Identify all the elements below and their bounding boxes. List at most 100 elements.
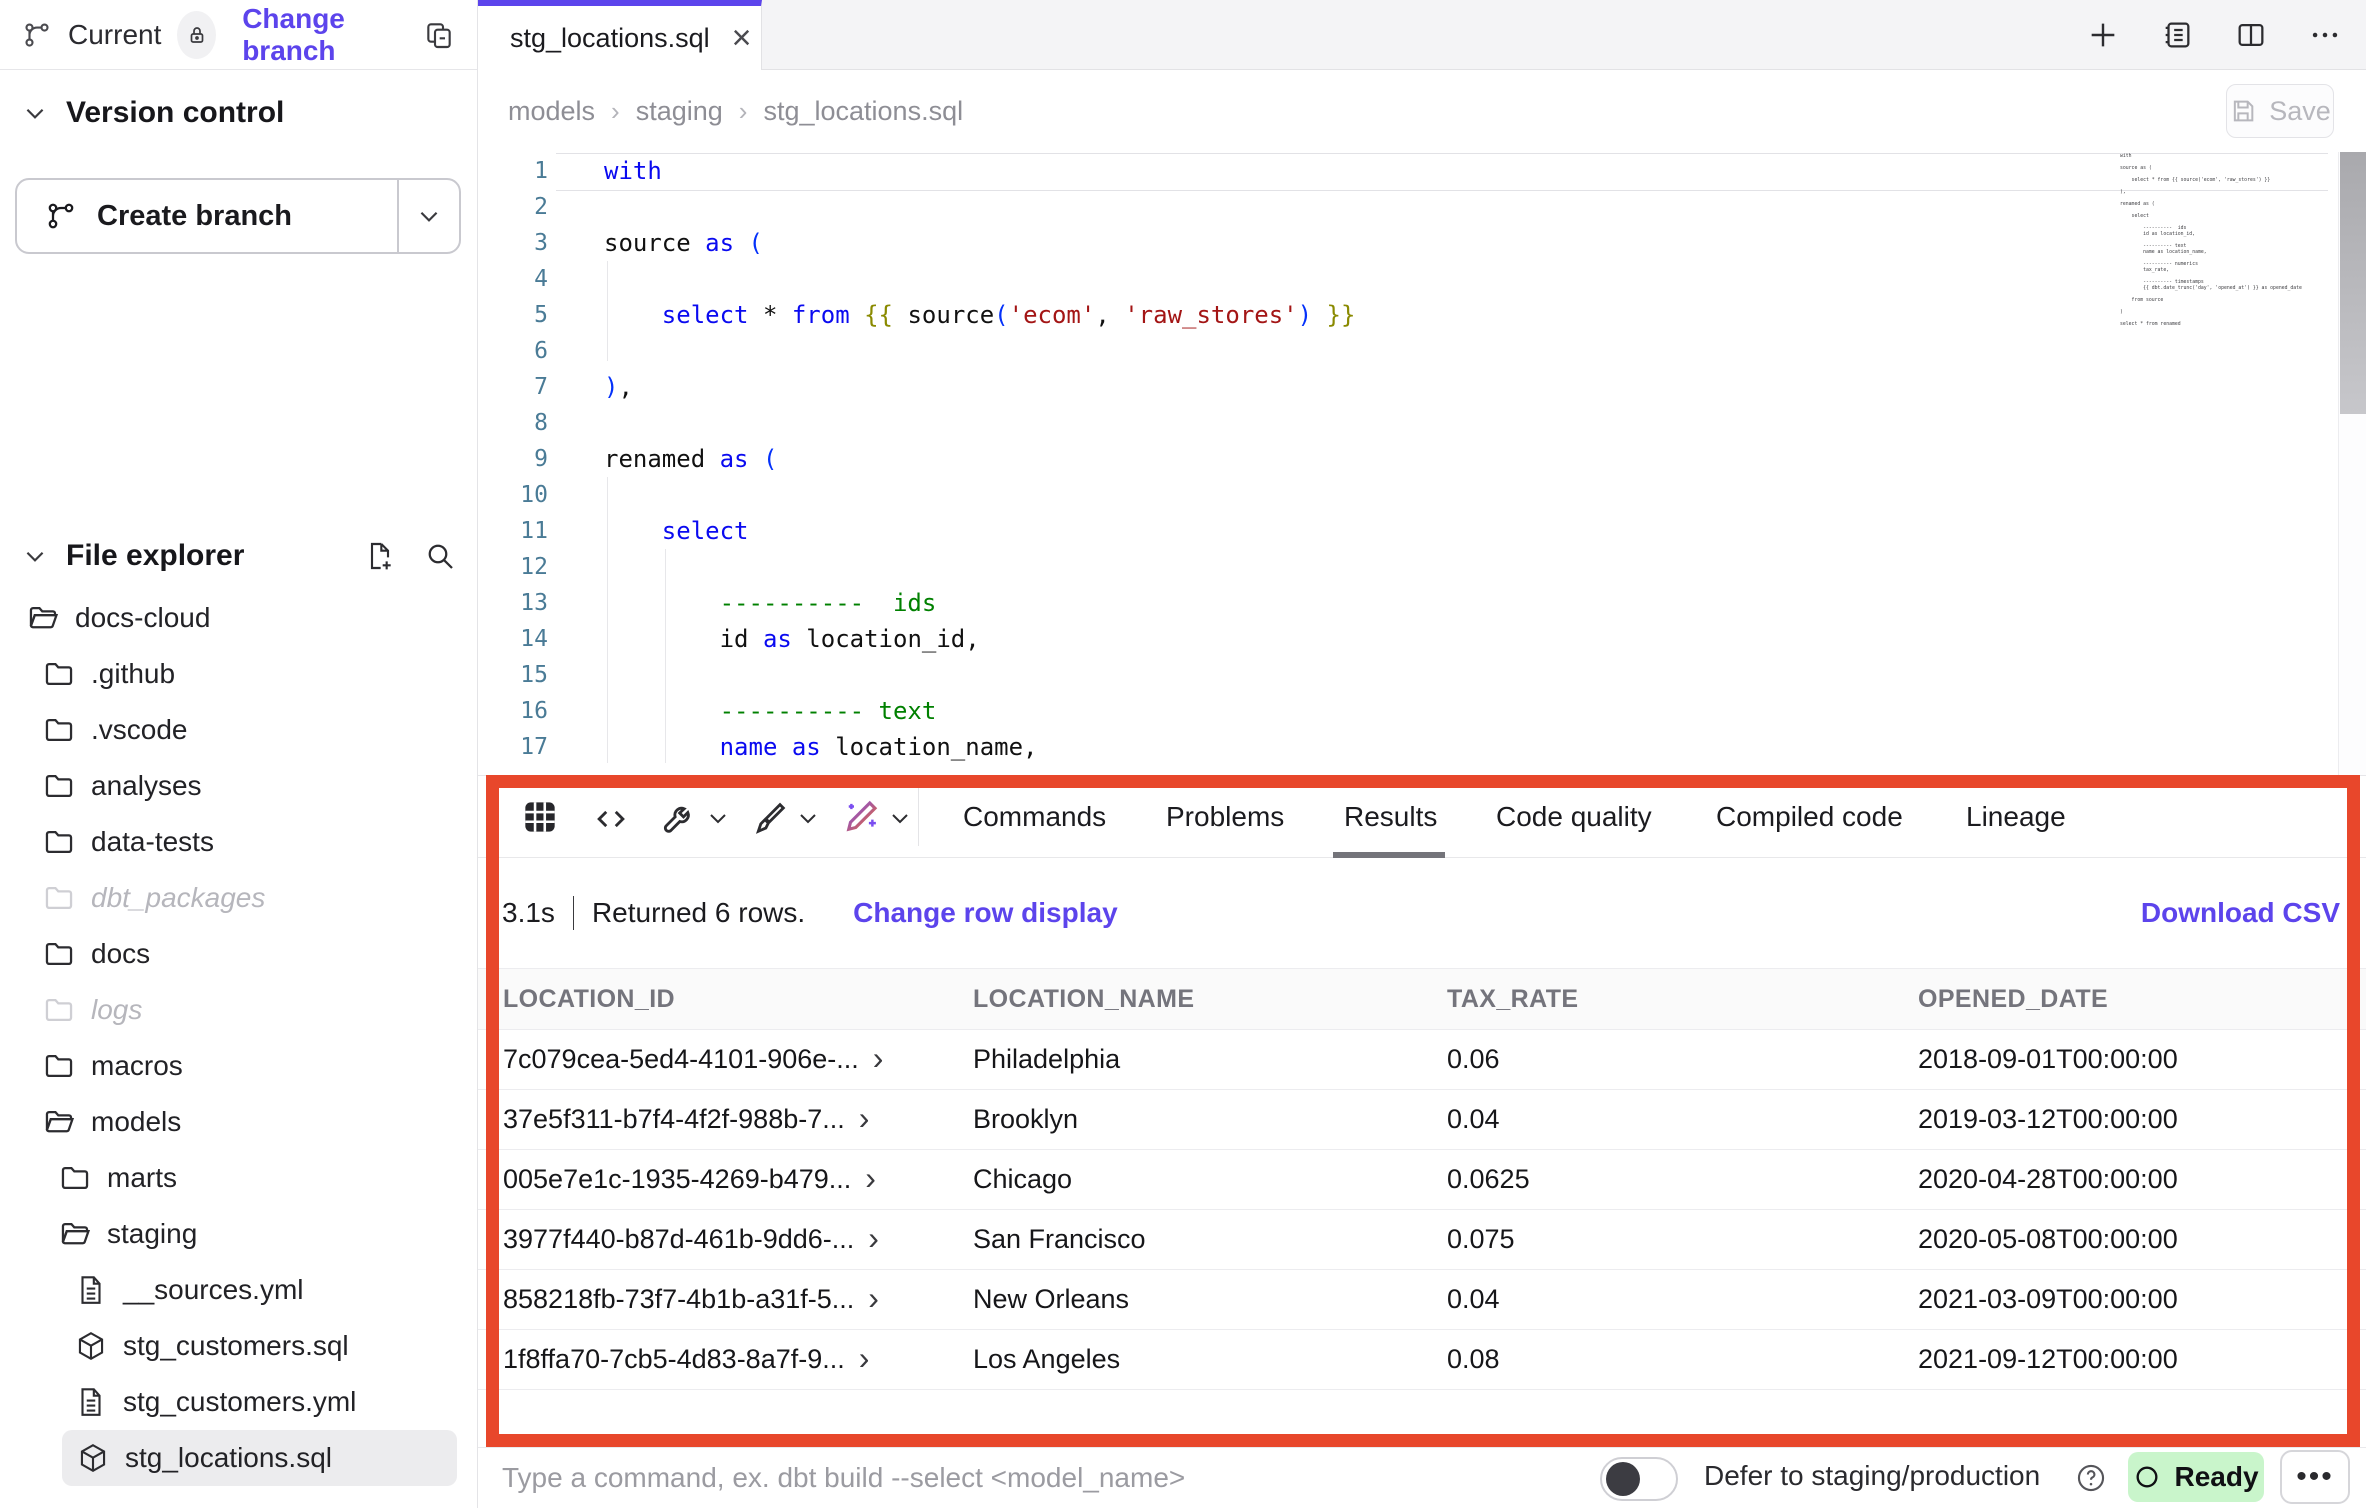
- code-line-5[interactable]: 5 select * from {{ source('ecom', 'raw_s…: [478, 297, 2118, 333]
- panel-tab-commands[interactable]: Commands: [963, 776, 1106, 858]
- chevron-down-icon[interactable]: [796, 806, 820, 830]
- line-number: 16: [478, 693, 548, 729]
- panel-tab-results[interactable]: Results: [1344, 776, 1437, 858]
- command-input[interactable]: [502, 1456, 1502, 1500]
- defer-toggle[interactable]: [1600, 1457, 1678, 1501]
- chevron-down-icon[interactable]: [706, 806, 730, 830]
- code-line-13[interactable]: 13 ---------- ids: [478, 585, 2118, 621]
- code-line-8[interactable]: 8: [478, 405, 2118, 441]
- results-grid: LOCATION_IDLOCATION_NAMETAX_RATEOPENED_D…: [478, 968, 2366, 1390]
- more-options-icon[interactable]: [2308, 18, 2342, 52]
- change-row-display-link[interactable]: Change row display: [853, 897, 1118, 929]
- line-number: 12: [478, 549, 548, 585]
- cell-location-id[interactable]: 37e5f311-b7f4-4f2f-988b-7...›: [503, 1104, 973, 1136]
- split-editor-icon[interactable]: [2234, 18, 2268, 52]
- code-line-6[interactable]: 6: [478, 333, 2118, 369]
- code-editor[interactable]: 1with23source as (45 select * from {{ so…: [478, 152, 2366, 775]
- code-line-14[interactable]: 14 id as location_id,: [478, 621, 2118, 657]
- file-tree-item-stg-customers-sql[interactable]: stg_customers.sql: [0, 1318, 477, 1374]
- save-button[interactable]: Save: [2226, 84, 2334, 138]
- expand-cell-icon[interactable]: ›: [873, 1042, 884, 1074]
- table-view-icon[interactable]: [518, 795, 562, 839]
- cell-location-id[interactable]: 1f8ffa70-7cb5-4d83-8a7f-9...›: [503, 1344, 973, 1376]
- expand-cell-icon[interactable]: ›: [859, 1342, 870, 1374]
- breadcrumb-staging[interactable]: staging: [636, 96, 723, 127]
- ai-assist-icon[interactable]: [840, 796, 882, 838]
- code-line-4[interactable]: 4: [478, 261, 2118, 297]
- file-tree-item-data-tests[interactable]: data-tests: [0, 814, 477, 870]
- expand-cell-icon[interactable]: ›: [865, 1162, 876, 1194]
- code-line-2[interactable]: 2: [478, 189, 2118, 225]
- file-name-label: analyses: [91, 770, 202, 802]
- file-tree-item-logs[interactable]: logs: [0, 982, 477, 1038]
- line-number: 17: [478, 729, 548, 765]
- cell-location-id[interactable]: 3977f440-b87d-461b-9dd6-...›: [503, 1224, 973, 1256]
- statusbar-more-button[interactable]: •••: [2280, 1450, 2350, 1504]
- new-tab-icon[interactable]: [2086, 18, 2120, 52]
- panel-tab-problems[interactable]: Problems: [1166, 776, 1284, 858]
- folder-open-icon: [26, 601, 60, 635]
- format-brush-icon[interactable]: [750, 798, 790, 838]
- download-csv-link[interactable]: Download CSV: [2141, 897, 2340, 929]
- code-line-11[interactable]: 11 select: [478, 513, 2118, 549]
- search-icon[interactable]: [424, 540, 456, 572]
- code-line-15[interactable]: 15: [478, 657, 2118, 693]
- cell-location-id[interactable]: 858218fb-73f7-4b1b-a31f-5...›: [503, 1284, 973, 1316]
- editor-minimap[interactable]: with source as ( select * from {{ source…: [2120, 154, 2320, 328]
- build-wrench-icon[interactable]: [660, 798, 700, 838]
- code-line-17[interactable]: 17 name as location_name,: [478, 729, 2118, 765]
- create-branch-dropdown[interactable]: [397, 180, 459, 252]
- ready-circle-icon: [2133, 1463, 2161, 1491]
- code-view-icon[interactable]: [592, 800, 630, 838]
- cell-location-id[interactable]: 7c079cea-5ed4-4101-906e-...›: [503, 1044, 973, 1076]
- code-line-16[interactable]: 16 ---------- text: [478, 693, 2118, 729]
- file-tree-item-staging[interactable]: staging: [0, 1206, 477, 1262]
- new-file-icon[interactable]: [364, 540, 396, 572]
- panel-tab-code-quality[interactable]: Code quality: [1496, 776, 1652, 858]
- file-tree-item-docs[interactable]: docs: [0, 926, 477, 982]
- code-line-1[interactable]: 1with: [478, 153, 2118, 189]
- change-branch-link[interactable]: Change branch: [242, 3, 407, 67]
- cell-location-id[interactable]: 005e7e1c-1935-4269-b479...›: [503, 1164, 973, 1196]
- close-tab-icon[interactable]: ×: [732, 21, 752, 55]
- table-row: 005e7e1c-1935-4269-b479...›Chicago0.0625…: [478, 1150, 2366, 1210]
- file-tree-item-models[interactable]: models: [0, 1094, 477, 1150]
- chevron-down-icon[interactable]: [888, 806, 912, 830]
- expand-cell-icon[interactable]: ›: [859, 1102, 870, 1134]
- code-line-7[interactable]: 7),: [478, 369, 2118, 405]
- file-tree-item-marts[interactable]: marts: [0, 1150, 477, 1206]
- file-name-label: stg_customers.yml: [123, 1386, 356, 1418]
- file-tree-item-dbt-packages[interactable]: dbt_packages: [0, 870, 477, 926]
- file-tree-item-stg-locations-sql[interactable]: stg_locations.sql: [62, 1430, 457, 1486]
- code-line-3[interactable]: 3source as (: [478, 225, 2118, 261]
- copy-icon[interactable]: [423, 19, 455, 51]
- breadcrumb-models[interactable]: models: [508, 96, 595, 127]
- query-elapsed: 3.1s: [502, 897, 555, 929]
- file-tree-item-docs-cloud[interactable]: docs-cloud: [0, 590, 477, 646]
- scrollbar-thumb[interactable]: [2340, 152, 2366, 414]
- folder-icon: [42, 713, 76, 747]
- tab-stg-locations-sql[interactable]: stg_locations.sql ×: [478, 0, 762, 70]
- help-icon[interactable]: [2074, 1461, 2108, 1495]
- create-branch-button[interactable]: Create branch: [15, 178, 461, 254]
- notebook-icon[interactable]: [2160, 18, 2194, 52]
- file-explorer-section-header[interactable]: File explorer: [22, 528, 456, 584]
- cell: 2021-03-09T00:00:00: [1918, 1284, 2366, 1315]
- code-line-12[interactable]: 12: [478, 549, 2118, 585]
- status-badge[interactable]: Ready: [2128, 1452, 2264, 1502]
- file-tree-item-macros[interactable]: macros: [0, 1038, 477, 1094]
- editor-scrollbar[interactable]: [2338, 152, 2366, 775]
- expand-cell-icon[interactable]: ›: [868, 1282, 879, 1314]
- expand-cell-icon[interactable]: ›: [868, 1222, 879, 1254]
- file-tree-item-stg-customers-yml[interactable]: stg_customers.yml: [0, 1374, 477, 1430]
- code-line-9[interactable]: 9renamed as (: [478, 441, 2118, 477]
- version-control-section-header[interactable]: Version control: [22, 96, 284, 130]
- file-tree-item--github[interactable]: .github: [0, 646, 477, 702]
- breadcrumb-file[interactable]: stg_locations.sql: [763, 96, 963, 127]
- code-line-10[interactable]: 10: [478, 477, 2118, 513]
- panel-tab-compiled-code[interactable]: Compiled code: [1716, 776, 1903, 858]
- file-tree-item--vscode[interactable]: .vscode: [0, 702, 477, 758]
- file-tree-item--sources-yml[interactable]: __sources.yml: [0, 1262, 477, 1318]
- panel-tab-lineage[interactable]: Lineage: [1966, 776, 2066, 858]
- file-tree-item-analyses[interactable]: analyses: [0, 758, 477, 814]
